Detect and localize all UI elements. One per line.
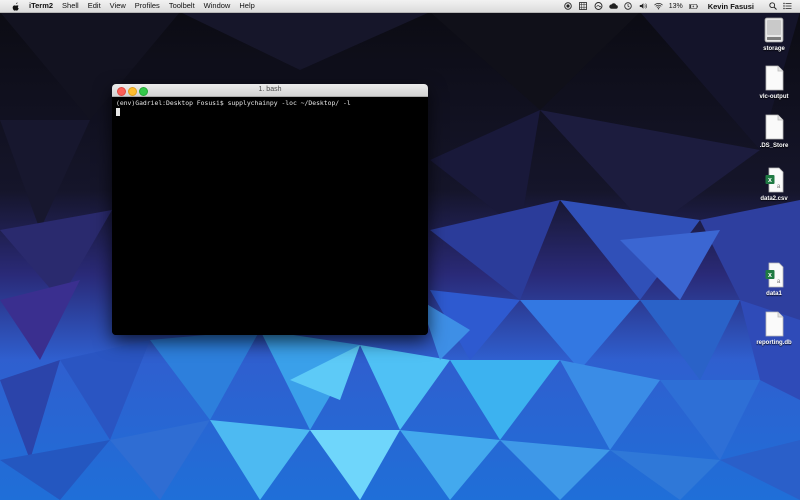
svg-text:x: x — [768, 177, 772, 184]
desktop-icon-label: reporting.db — [756, 340, 792, 346]
excel-csv-icon: x a — [765, 262, 783, 288]
svg-text:x: x — [768, 272, 772, 279]
terminal-window[interactable]: 1. bash (env)Gadriel:Desktop Fosusi$ sup… — [112, 84, 428, 335]
menu-app-name[interactable]: iTerm2 — [29, 0, 53, 12]
desktop-icon-ds-store[interactable]: .DS_Store — [750, 114, 798, 149]
menu-toolbelt[interactable]: Toolbelt — [169, 0, 195, 12]
desktop-icon-reporting-db[interactable]: reporting.db — [750, 311, 798, 346]
desktop-icon-label: storage — [763, 46, 785, 52]
apple-menu-icon[interactable] — [11, 1, 21, 11]
document-icon — [765, 114, 783, 140]
desktop-icon-data1[interactable]: x a data1 — [750, 262, 798, 297]
cloud-icon[interactable] — [608, 2, 618, 11]
menu-edit[interactable]: Edit — [88, 0, 101, 12]
creative-cloud-icon[interactable] — [594, 2, 603, 11]
terminal-screen[interactable]: (env)Gadriel:Desktop Fosusi$ supplychain… — [112, 97, 428, 335]
desktop-icon-label: data1 — [766, 291, 782, 297]
desktop-icon-label: .DS_Store — [759, 143, 789, 149]
battery-percent: 13% — [668, 2, 683, 10]
terminal-cursor — [116, 108, 120, 116]
terminal-command-line: (env)Gadriel:Desktop Fosusi$ supplychain… — [116, 99, 351, 107]
notification-center-icon[interactable] — [783, 2, 792, 11]
document-icon — [765, 311, 783, 337]
battery-icon[interactable] — [688, 2, 698, 11]
disk-drive-icon — [764, 17, 784, 43]
desktop-icon-vlc-output[interactable]: vlc-output — [750, 65, 798, 100]
menu-view[interactable]: View — [110, 0, 126, 12]
terminal-title-bar[interactable]: 1. bash — [112, 84, 428, 97]
volume-icon[interactable] — [639, 2, 648, 11]
grid-icon[interactable] — [579, 2, 588, 11]
document-icon — [765, 65, 783, 91]
menu-window[interactable]: Window — [204, 0, 231, 12]
user-name[interactable]: Kevin Fasusi — [708, 2, 754, 11]
excel-csv-icon: x a — [765, 167, 783, 193]
spotlight-search-icon[interactable] — [768, 2, 777, 11]
terminal-title: 1. bash — [258, 86, 282, 93]
desktop-icon-label: vlc-output — [759, 94, 789, 100]
wifi-icon[interactable] — [653, 2, 663, 11]
menu-help[interactable]: Help — [239, 0, 254, 12]
record-icon[interactable] — [564, 2, 573, 11]
desktop-icon-storage[interactable]: storage — [750, 17, 798, 52]
menu-profiles[interactable]: Profiles — [135, 0, 160, 12]
menu-bar: iTerm2 Shell Edit View Profiles Toolbelt… — [0, 0, 800, 13]
menu-shell[interactable]: Shell — [62, 0, 79, 12]
time-machine-icon[interactable] — [624, 2, 633, 11]
desktop-icon-label: data2.csv — [760, 196, 788, 202]
desktop-icon-data2-csv[interactable]: x a data2.csv — [750, 167, 798, 202]
